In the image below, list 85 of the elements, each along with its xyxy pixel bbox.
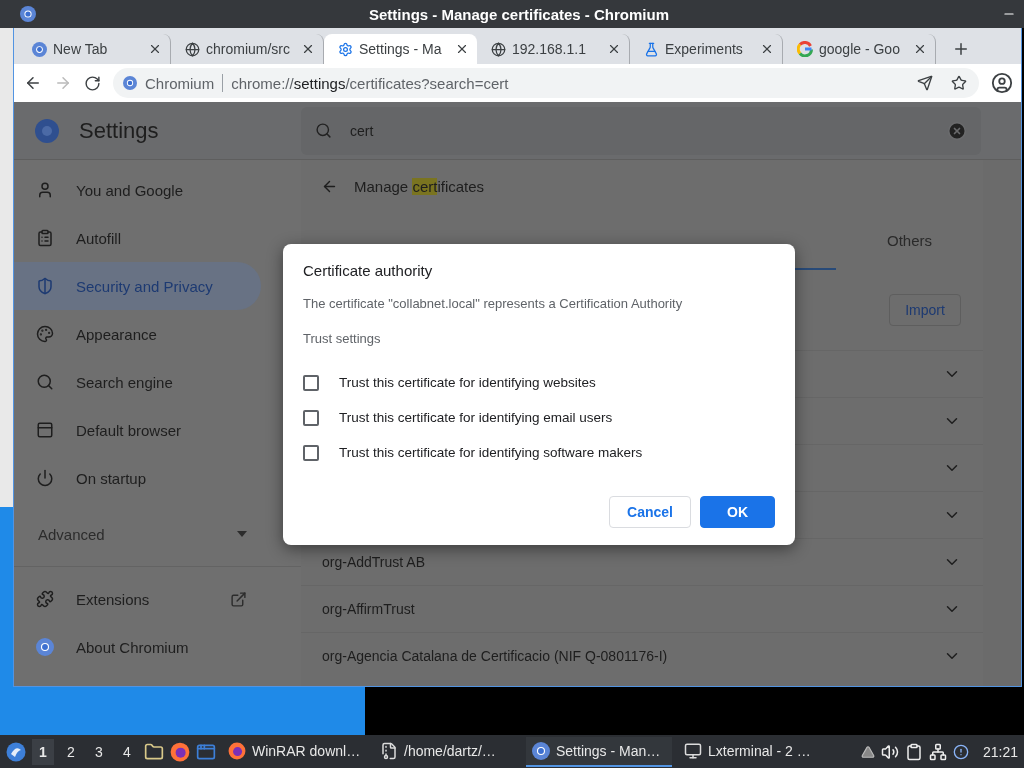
person-icon (36, 181, 54, 199)
checkbox[interactable] (303, 374, 319, 391)
fox-globe-icon (228, 741, 246, 760)
url-text: chrome://settings/certificates?search=cert (231, 74, 510, 92)
workspace-button[interactable]: 3 (88, 738, 110, 765)
eject-icon[interactable] (860, 744, 875, 759)
chromium-logo-icon (32, 41, 47, 57)
folder-icon[interactable] (144, 741, 164, 762)
browser-window-icon (36, 421, 54, 439)
clipboard-icon (36, 229, 54, 247)
dialog-message: The certificate "collabnet.local" represents a Certification Authority (303, 296, 684, 311)
bookmark-button[interactable] (951, 75, 967, 91)
gear-icon (338, 41, 353, 57)
avatar-icon (991, 72, 1013, 94)
taskbar-task[interactable]: Settings - Man… (526, 736, 672, 767)
profile-button[interactable] (991, 72, 1013, 94)
search-icon (36, 373, 54, 391)
clear-icon[interactable] (947, 120, 967, 141)
star-icon (951, 75, 967, 91)
chromium-logo-icon (36, 638, 54, 656)
option-label: Trust this certificate for identifying software makers (339, 445, 643, 460)
reload-button[interactable] (84, 74, 101, 92)
chromium-logo-icon (123, 76, 137, 90)
arrow-right-icon (54, 74, 72, 92)
close-button[interactable] (913, 42, 927, 56)
close-button[interactable] (607, 42, 621, 56)
browser-tab[interactable]: Settings - Ma (324, 34, 477, 64)
chromium-logo-icon (20, 6, 36, 22)
flask-icon (644, 41, 659, 57)
option-label: Trust this certificate for identifying email users (339, 410, 613, 425)
workspace-button[interactable]: 4 (116, 738, 138, 765)
ok-button[interactable]: OK (700, 496, 775, 528)
address-bar[interactable]: Chromium chrome://settings/certificates?search=cert (113, 68, 979, 98)
site-label: Chromium (145, 74, 215, 92)
close-icon (607, 42, 621, 56)
cancel-button[interactable]: Cancel (609, 496, 691, 528)
workspace-button[interactable]: 1 (32, 738, 54, 765)
network-icon[interactable] (928, 742, 947, 761)
section-label: Trust settings (303, 331, 382, 346)
send-button[interactable] (917, 75, 933, 91)
close-icon (301, 42, 315, 56)
palette-icon (36, 325, 54, 343)
close-icon (148, 42, 162, 56)
globe-icon (185, 41, 200, 57)
close-button[interactable] (301, 42, 315, 56)
settings-title: Settings (79, 117, 159, 144)
option-label: Trust this certificate for identifying websites (339, 375, 596, 390)
power-icon (36, 469, 54, 487)
checkbox[interactable] (303, 409, 319, 426)
plus-icon (952, 40, 970, 58)
settings-logo-icon (35, 118, 59, 143)
chromium-logo-icon (532, 741, 550, 760)
globe-icon (491, 41, 506, 57)
notification-icon[interactable] (952, 743, 969, 760)
taskbar-task[interactable]: WinRAR downl… (222, 736, 368, 767)
close-icon (760, 42, 774, 56)
clock: 21:21 (982, 743, 1018, 760)
certificate-name: org-Agencia Catalana de Certificacio (NIF Q-0801176-I) (322, 648, 668, 664)
taskbar-task[interactable]: /home/dartz/… (374, 736, 520, 767)
fox-globe-icon (170, 741, 190, 762)
colored-ring-icon (797, 41, 813, 57)
close-button[interactable] (455, 42, 469, 56)
close-icon (455, 42, 469, 56)
shield-icon (36, 277, 54, 295)
send-icon (917, 75, 933, 91)
workspace-button[interactable]: 2 (60, 738, 82, 765)
dialog-title: Certificate authority (303, 262, 434, 279)
caret-icon (237, 531, 247, 537)
window-title: Settings - Manage certificates - Chromium (367, 5, 671, 23)
close-icon (913, 42, 927, 56)
close-button[interactable] (760, 42, 774, 56)
menu-logo-icon[interactable] (6, 741, 26, 762)
checkbox[interactable] (303, 444, 319, 461)
certificate-name: org-AddTrust AB (322, 554, 425, 570)
monitor-icon (684, 741, 702, 760)
puzzle-icon (36, 590, 54, 608)
archive-icon (380, 741, 398, 760)
certificate-name: org-AffirmTrust (322, 601, 415, 617)
volume-icon[interactable] (880, 742, 899, 761)
search-icon (315, 122, 332, 139)
reload-icon (84, 74, 101, 92)
clipboard-icon[interactable] (904, 742, 923, 761)
close-button[interactable] (148, 42, 162, 56)
back-button[interactable] (24, 74, 42, 92)
taskbar-task[interactable]: Lxterminal - 2 … (678, 736, 824, 767)
